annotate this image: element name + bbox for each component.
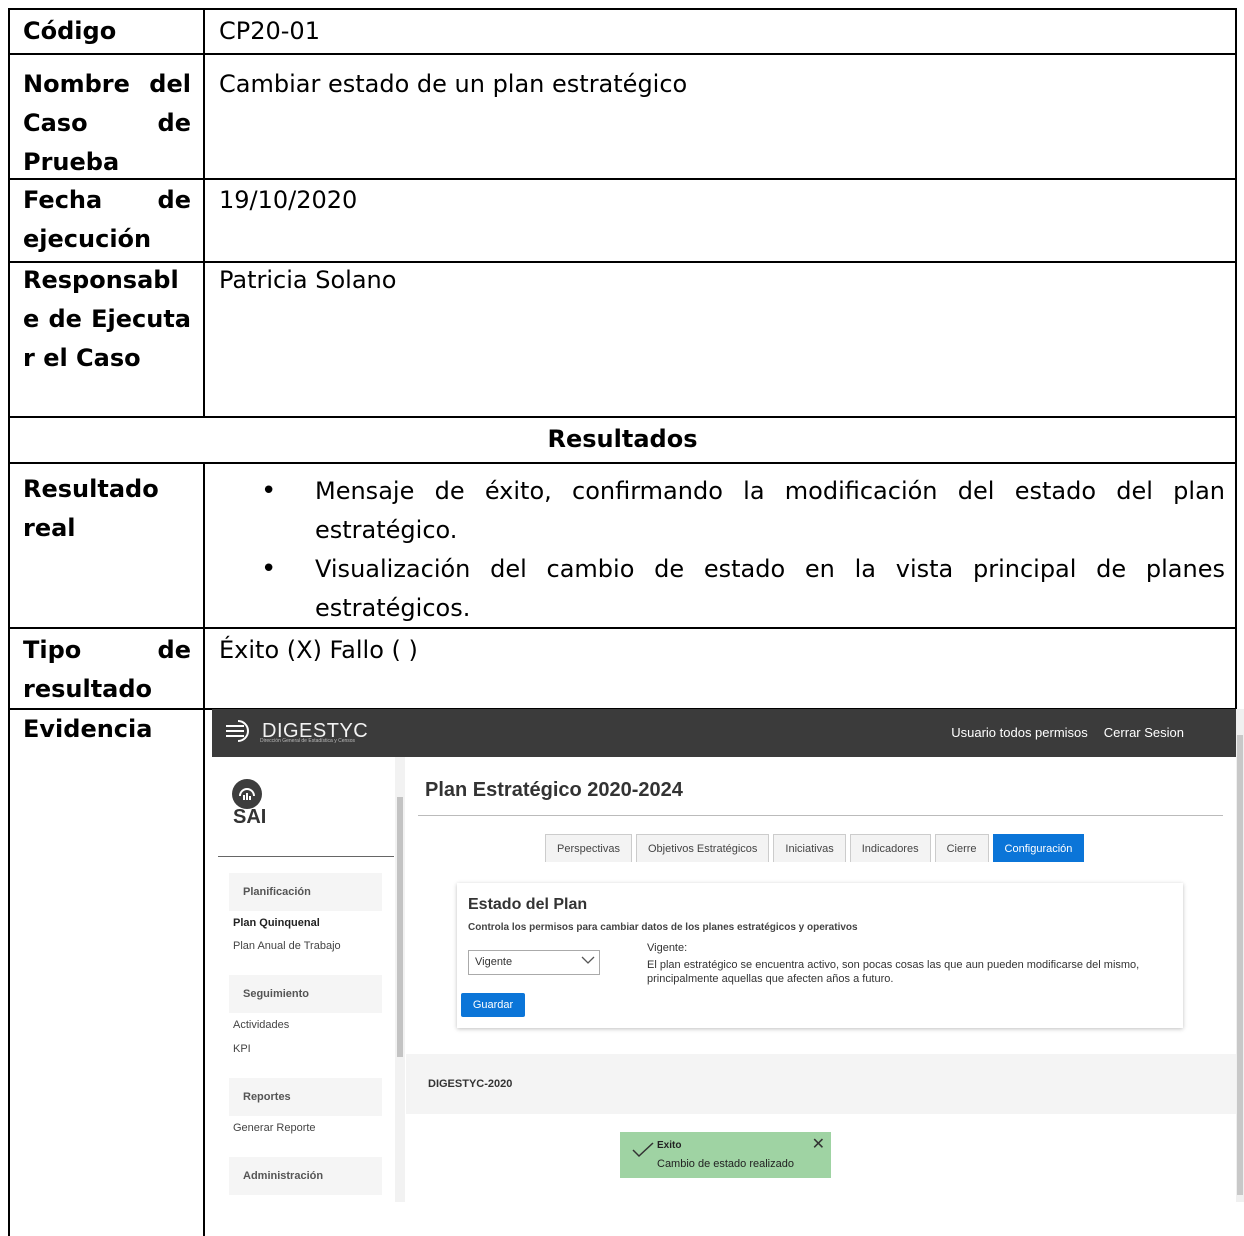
fecha-label: Fecha de ejecución — [23, 186, 191, 253]
tab-bar: Perspectivas Objetivos Estratégicos Inic… — [545, 834, 1085, 862]
sidebar-item-plan-quinquenal[interactable]: Plan Quinquenal — [233, 917, 320, 929]
fecha-value: 19/10/2020 — [219, 186, 358, 214]
list-item: Mensaje de éxito, confirmando la modific… — [205, 472, 1235, 550]
sidebar-item-plan-anual[interactable]: Plan Anual de Trabajo — [233, 940, 341, 952]
sidebar-section-planificacion[interactable]: Planificación — [229, 873, 382, 911]
table-border-right — [1235, 8, 1237, 710]
logo-subtitle: Dirección General de Estadística y Censo… — [260, 738, 356, 744]
footer: DIGESTYC-2020 — [406, 1054, 1236, 1114]
codigo-label: Código — [23, 17, 117, 45]
resultados-header: Resultados — [547, 425, 698, 453]
footer-text: DIGESTYC-2020 — [428, 1078, 513, 1090]
logo-icon — [226, 720, 249, 742]
page-scrollbar[interactable] — [1236, 709, 1244, 1202]
row-divider — [8, 416, 1236, 418]
table-border-top — [8, 8, 1236, 10]
tab-cierre[interactable]: Cierre — [934, 834, 989, 862]
logout-link[interactable]: Cerrar Sesion — [1104, 725, 1184, 740]
sidebar-item-actividades[interactable]: Actividades — [233, 1019, 289, 1031]
chevron-down-icon — [581, 956, 595, 964]
tab-perspectivas[interactable]: Perspectivas — [545, 834, 632, 862]
save-button[interactable]: Guardar — [461, 993, 525, 1017]
sidebar-section-administracion[interactable]: Administración — [229, 1157, 382, 1195]
sai-icon — [232, 779, 262, 809]
plan-state-card: Estado del Plan Controla los permisos pa… — [457, 883, 1183, 1028]
check-icon — [632, 1142, 654, 1158]
responsable-value: Patricia Solano — [219, 266, 397, 294]
tipo-value: Éxito (X) Fallo ( ) — [219, 636, 418, 664]
page-title: Plan Estratégico 2020-2024 — [425, 779, 683, 801]
resultado-real-list: Mensaje de éxito, confirmando la modific… — [205, 472, 1235, 628]
card-title: Estado del Plan — [468, 896, 588, 913]
tab-indicadores[interactable]: Indicadores — [849, 834, 931, 862]
sidebar-item-kpi[interactable]: KPI — [233, 1043, 251, 1055]
state-select-value: Vigente — [475, 956, 513, 968]
tab-objetivos[interactable]: Objetivos Estratégicos — [635, 834, 770, 862]
sidebar-section-seguimiento[interactable]: Seguimiento — [229, 975, 382, 1013]
card-subtitle: Controla los permisos para cambiar datos… — [468, 922, 858, 933]
tab-configuracion[interactable]: Configuración — [992, 834, 1085, 862]
codigo-value: CP20-01 — [219, 17, 320, 45]
state-select[interactable]: Vigente — [468, 950, 600, 975]
resultado-real-label: Resultado real — [23, 475, 159, 542]
toast-message: Cambio de estado realizado — [657, 1158, 794, 1170]
toast-title: Exito — [657, 1140, 682, 1151]
sidebar-item-generar-reporte[interactable]: Generar Reporte — [233, 1122, 316, 1134]
state-description: El plan estratégico se encuentra activo,… — [647, 959, 1140, 985]
sidebar-brand: SAI — [233, 806, 267, 828]
row-divider — [8, 462, 1236, 464]
row-divider — [8, 53, 1236, 55]
tab-iniciativas[interactable]: Iniciativas — [773, 834, 846, 862]
success-toast: Exito Cambio de estado realizado ✕ — [620, 1132, 831, 1178]
evidencia-label: Evidencia — [23, 715, 153, 743]
state-label: Vigente: — [647, 942, 688, 954]
app-header: DIGESTYC Dirección General de Estadístic… — [212, 709, 1236, 757]
tipo-label: Tipo de resultado — [23, 636, 191, 703]
nombre-value: Cambiar estado de un plan estratégico — [219, 70, 688, 98]
nombre-label: Nombre del Caso de Prueba — [23, 70, 191, 176]
close-icon[interactable]: ✕ — [812, 1134, 825, 1154]
title-divider — [418, 815, 1223, 816]
user-link[interactable]: Usuario todos permisos — [951, 725, 1088, 740]
sidebar-divider — [218, 856, 394, 857]
top-nav: Usuario todos permisos Cerrar Sesion — [951, 725, 1184, 740]
sidebar-scrollbar[interactable] — [395, 757, 405, 1202]
sidebar-scroll-thumb[interactable] — [397, 797, 403, 1057]
list-item: Visualización del cambio de estado en la… — [205, 550, 1235, 628]
responsable-label: Responsable de Ejecutar el Caso — [23, 266, 191, 372]
page-scroll-thumb[interactable] — [1237, 735, 1243, 1195]
evidence-screenshot: DIGESTYC Dirección General de Estadístic… — [212, 709, 1244, 1202]
sidebar-section-reportes[interactable]: Reportes — [229, 1078, 382, 1116]
